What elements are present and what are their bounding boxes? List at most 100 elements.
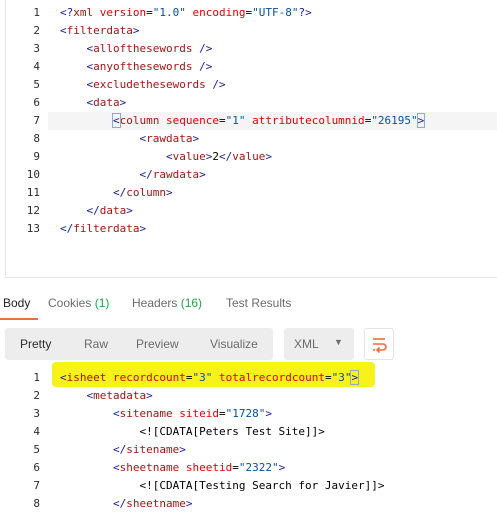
- code-token: metadata: [93, 389, 147, 402]
- code-line[interactable]: 8 <rawdata>: [0, 130, 497, 148]
- code-token: rawdata: [146, 132, 193, 145]
- code-line[interactable]: 13 </filterdata>: [0, 220, 497, 238]
- code-line[interactable]: 7 <column sequence="1" attributecolumnid…: [0, 112, 497, 130]
- line-number: 5: [33, 78, 40, 91]
- line-number: 3: [33, 407, 40, 420]
- code-token: ?>: [298, 6, 312, 19]
- code-token: >: [265, 407, 272, 420]
- view-raw-button[interactable]: Raw: [84, 337, 108, 351]
- response-body-viewer[interactable]: 1 <isheet recordcount="3" totalrecordcoun…: [0, 368, 497, 510]
- code-token: "3": [331, 371, 352, 384]
- line-number: 1: [33, 6, 40, 19]
- code-token: >: [139, 222, 147, 235]
- code-line[interactable]: 6 <sheetname sheetid="2322">: [0, 459, 497, 477]
- code-token: <![CDATA[Peters Test Site]]>: [139, 425, 325, 438]
- view-pretty-button[interactable]: Pretty: [20, 337, 51, 351]
- chevron-down-icon: ▼: [334, 337, 343, 347]
- code-token: =: [232, 461, 239, 474]
- code-line[interactable]: 4 <![CDATA[Peters Test Site]]>: [0, 423, 497, 441]
- code-line[interactable]: 5 <excludethesewords />: [0, 76, 497, 94]
- line-number: 3: [33, 42, 40, 55]
- code-line[interactable]: 11 </column>: [0, 184, 497, 202]
- code-line[interactable]: 6 <data>: [0, 94, 497, 112]
- code-text: <anyofthesewords />: [60, 58, 213, 76]
- code-token: filterdata: [73, 222, 140, 235]
- code-text: <sitename siteid="1728">: [60, 405, 272, 423]
- code-line[interactable]: 9 <value>2</value>: [0, 148, 497, 166]
- code-token: value: [172, 150, 206, 163]
- code-text: <allofthesewords />: [60, 40, 213, 58]
- wrap-lines-button[interactable]: [364, 328, 394, 360]
- code-token: <![CDATA[Testing Search for Javier]]>: [139, 479, 385, 492]
- code-text: </rawdata>: [60, 166, 205, 184]
- code-text: <rawdata>: [60, 130, 199, 148]
- code-token: />: [192, 42, 213, 55]
- code-token: filterdata: [66, 24, 133, 37]
- code-token: <: [112, 113, 121, 128]
- code-line[interactable]: 8 </sheetname>: [0, 495, 497, 513]
- tab-body[interactable]: Body: [3, 296, 30, 310]
- code-token: >: [278, 461, 286, 474]
- request-body-editor[interactable]: 1 <?xml version="1.0" encoding="UTF-8"?> 2…: [0, 0, 497, 278]
- code-text: <column sequence="1" attributecolumnid="…: [60, 112, 426, 130]
- code-line[interactable]: 1 <isheet recordcount="3" totalrecordcoun…: [0, 369, 497, 387]
- code-line[interactable]: 3 <allofthesewords />: [0, 40, 497, 58]
- code-text: <![CDATA[Testing Search for Javier]]>: [60, 477, 385, 495]
- line-number: 4: [33, 425, 40, 438]
- response-tabs: Body Cookies (1) Headers (16) Test Resul…: [0, 290, 497, 320]
- code-token: "26195": [371, 114, 418, 127]
- code-line[interactable]: 12 </data>: [0, 202, 497, 220]
- code-token: >: [416, 113, 426, 128]
- tab-headers[interactable]: Headers (16): [132, 296, 202, 310]
- code-line[interactable]: 5 </sitename>: [0, 441, 497, 459]
- code-token: sitename: [126, 443, 180, 456]
- code-token: "1": [225, 114, 246, 127]
- format-dropdown[interactable]: XML ▼: [284, 328, 354, 360]
- line-number: 11: [26, 186, 40, 199]
- code-token: >: [126, 204, 133, 217]
- code-token: <: [60, 371, 67, 384]
- code-token: "2322": [238, 461, 279, 474]
- code-token: />: [192, 60, 213, 73]
- code-line[interactable]: 1 <?xml version="1.0" encoding="UTF-8"?>: [0, 4, 497, 22]
- view-visualize-button[interactable]: Visualize: [210, 337, 258, 351]
- format-value: XML: [294, 337, 319, 351]
- code-line[interactable]: 4 <anyofthesewords />: [0, 58, 497, 76]
- code-token: sitename: [119, 407, 173, 420]
- code-token: <: [112, 461, 120, 474]
- line-number: 10: [26, 168, 40, 181]
- code-line[interactable]: 2 <metadata>: [0, 387, 497, 405]
- code-token: >: [146, 389, 153, 402]
- tab-test-results[interactable]: Test Results: [226, 296, 291, 310]
- code-token: </: [86, 204, 100, 217]
- code-text: <isheet recordcount="3" totalrecordcount…: [60, 369, 360, 387]
- code-token: sheetname: [119, 461, 180, 474]
- code-token: >: [132, 24, 140, 37]
- line-number: 7: [33, 114, 40, 127]
- code-token: >: [179, 443, 186, 456]
- code-token: data: [99, 204, 127, 217]
- tab-headers-label: Headers: [132, 296, 178, 310]
- code-line[interactable]: 2 <filterdata>: [0, 22, 497, 40]
- code-line[interactable]: 7 <![CDATA[Testing Search for Javier]]>: [0, 477, 497, 495]
- code-line[interactable]: 3 <sitename siteid="1728">: [0, 405, 497, 423]
- code-token: siteid: [179, 407, 219, 420]
- view-preview-button[interactable]: Preview: [136, 337, 179, 351]
- line-number: 6: [33, 461, 40, 474]
- code-text: </sitename>: [60, 441, 186, 459]
- code-text: <sheetname sheetid="2322">: [60, 459, 285, 477]
- line-number: 2: [33, 389, 40, 402]
- code-token: <: [165, 150, 173, 163]
- code-token: value: [232, 150, 266, 163]
- code-line[interactable]: 10 </rawdata>: [0, 166, 497, 184]
- tab-cookies[interactable]: Cookies (1): [48, 296, 109, 310]
